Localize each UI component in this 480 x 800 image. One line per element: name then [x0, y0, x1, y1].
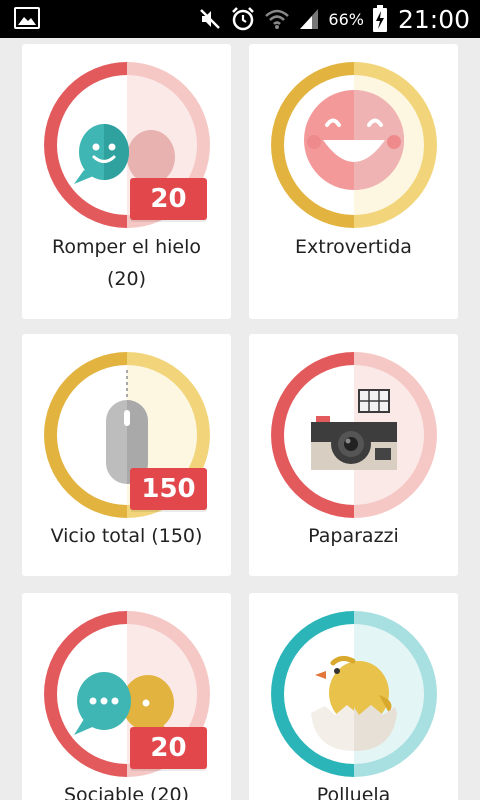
- clock: 21:00: [397, 4, 470, 34]
- achievement-card-vicio-total[interactable]: 150 Vicio total (150): [22, 334, 231, 576]
- achievements-grid: 20 Romper el hielo (20) Extrovertida 150…: [0, 38, 480, 800]
- achievement-title: Polluela: [316, 784, 391, 800]
- status-bar: 66% 21:00: [0, 0, 480, 38]
- count-badge: 20: [130, 727, 207, 769]
- achievement-label: Sociable (20): [30, 779, 223, 800]
- alarm-icon: [232, 7, 255, 31]
- gallery-icon: [14, 7, 40, 29]
- chick-icon: [271, 611, 437, 777]
- big-smile-icon: [271, 62, 437, 228]
- achievement-title: Romper el hielo: [51, 236, 201, 258]
- achievement-title: Paparazzi: [308, 525, 399, 547]
- count-badge: 20: [130, 178, 207, 220]
- achievement-card-extrovertida[interactable]: Extrovertida: [249, 44, 458, 319]
- achievement-subtitle: (20): [106, 268, 146, 290]
- achievement-label: Extrovertida: [257, 231, 450, 263]
- count-badge: 150: [130, 468, 207, 510]
- achievement-title: Sociable (20): [63, 784, 190, 800]
- achievement-title: Extrovertida: [295, 236, 412, 258]
- achievement-card-paparazzi[interactable]: Paparazzi: [249, 334, 458, 576]
- battery-percent: 66%: [328, 9, 364, 29]
- achievement-title: Vicio total (150): [50, 525, 203, 547]
- battery-charging-icon: [372, 5, 387, 32]
- wifi-icon: [265, 9, 290, 29]
- achievement-card-polluela[interactable]: Polluela: [249, 593, 458, 800]
- signal-icon: [300, 9, 319, 29]
- achievement-label: Vicio total (150): [30, 520, 223, 552]
- achievement-label: Romper el hielo (20): [30, 231, 223, 295]
- camera-icon: [271, 352, 437, 518]
- achievement-label: Polluela: [257, 779, 450, 800]
- achievement-label: Paparazzi: [257, 520, 450, 552]
- achievement-card-romper-el-hielo[interactable]: 20 Romper el hielo (20): [22, 44, 231, 319]
- mute-icon: [200, 9, 221, 29]
- achievement-card-sociable[interactable]: 20 Sociable (20): [22, 593, 231, 800]
